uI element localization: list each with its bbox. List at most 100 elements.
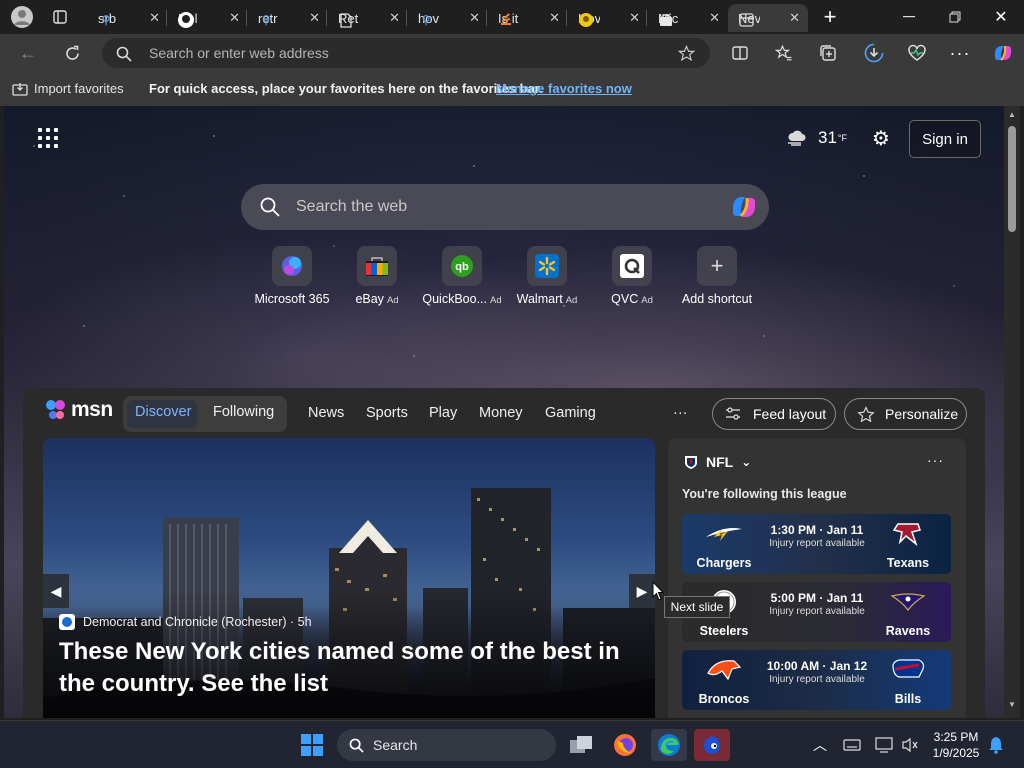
- edge-taskbar-icon[interactable]: [651, 729, 687, 761]
- ad-label: Ad: [386, 295, 399, 306]
- plus-icon: +: [823, 4, 837, 29]
- shortcut-quickbooks[interactable]: qb QuickBoo... Ad: [420, 246, 504, 306]
- windows-start-icon[interactable]: [301, 734, 323, 756]
- browser-tab[interactable]: Mic✕: [648, 4, 728, 32]
- close-icon[interactable]: ✕: [309, 10, 320, 26]
- star-favorite-icon[interactable]: [678, 45, 695, 62]
- ad-label: Ad: [641, 295, 653, 306]
- article-source[interactable]: Democrat and Chronicle (Rochester) · 5h: [59, 614, 312, 630]
- sonic-app-icon[interactable]: [694, 729, 730, 761]
- network-icon[interactable]: [872, 729, 896, 761]
- browser-tab[interactable]: Hov✕: [568, 4, 648, 32]
- close-icon[interactable]: ✕: [549, 10, 560, 26]
- close-icon[interactable]: ✕: [629, 10, 640, 26]
- feed-more-button[interactable]: ···: [673, 405, 688, 421]
- close-icon[interactable]: ✕: [229, 10, 240, 26]
- home-team: Broncos: [698, 692, 750, 706]
- nfl-more-button[interactable]: ···: [927, 452, 944, 468]
- scroll-down-icon[interactable]: ▼: [1008, 700, 1016, 709]
- browser-tab[interactable]: ⚲ srb ✕: [88, 4, 168, 32]
- shortcut-qvc[interactable]: QVC Ad: [590, 246, 674, 306]
- tab-discover[interactable]: Discover: [135, 404, 191, 420]
- taskbar-search[interactable]: Search: [337, 729, 556, 761]
- browser-tab[interactable]: ⚲ hov ✕: [408, 4, 488, 32]
- browser-tab[interactable]: ⚲ retr ✕: [248, 4, 328, 32]
- import-favorites-button[interactable]: Import favorites: [12, 81, 124, 96]
- tab-play[interactable]: Play: [429, 405, 457, 421]
- page-scrollbar[interactable]: ▲ ▼: [1004, 106, 1020, 718]
- browser-tab[interactable]: Ret ✕: [328, 4, 408, 32]
- volume-muted-icon[interactable]: [898, 729, 922, 761]
- background-stars: [4, 106, 1004, 396]
- nfl-header[interactable]: NFL ⌄: [684, 454, 751, 470]
- download-icon: [864, 43, 884, 63]
- article-age: · 5h: [290, 615, 312, 629]
- close-window-button[interactable]: ✕: [987, 2, 1015, 32]
- copilot-button[interactable]: [988, 38, 1018, 68]
- close-icon[interactable]: ✕: [789, 10, 800, 26]
- scrollbar-thumb[interactable]: [1008, 126, 1016, 232]
- chargers-logo-icon: [704, 520, 744, 548]
- shortcut-label: QuickBoo...: [422, 292, 487, 306]
- firefox-icon[interactable]: [607, 729, 643, 761]
- system-clock[interactable]: 3:25 PM 1/9/2025: [928, 729, 984, 761]
- tab-gaming[interactable]: Gaming: [545, 405, 596, 421]
- tab-sports[interactable]: Sports: [366, 405, 408, 421]
- hero-carousel[interactable]: Democrat and Chronicle (Rochester) · 5h …: [43, 438, 655, 718]
- article-headline[interactable]: These New York cities named some of the …: [59, 636, 649, 700]
- weather-widget[interactable]: 31 °F: [786, 128, 847, 148]
- close-icon[interactable]: ✕: [149, 10, 160, 26]
- refresh-button[interactable]: [58, 38, 86, 68]
- minimize-button[interactable]: [895, 2, 923, 32]
- favorites-button[interactable]: [770, 38, 798, 68]
- chevron-up-icon[interactable]: ︿: [808, 729, 832, 761]
- feed-mode-toggle: Discover Following: [123, 396, 287, 432]
- copilot-icon[interactable]: [729, 193, 759, 221]
- profile-avatar[interactable]: [8, 2, 36, 32]
- close-icon[interactable]: ✕: [709, 10, 720, 26]
- tab-following[interactable]: Following: [213, 404, 274, 420]
- tab-actions-button[interactable]: [48, 2, 72, 32]
- shortcut-ebay[interactable]: eBay Ad: [335, 246, 419, 306]
- scroll-up-icon[interactable]: ▲: [1008, 110, 1016, 119]
- windows-taskbar: Search ︿ 3:25 PM 1/9/2025: [0, 720, 1024, 768]
- browser-tab-active[interactable]: Nev ✕: [728, 4, 808, 32]
- feed-layout-button[interactable]: Feed layout: [712, 398, 836, 430]
- back-button[interactable]: ←: [14, 38, 42, 68]
- msn-logo[interactable]: msn: [44, 398, 113, 422]
- collections-button[interactable]: [814, 38, 842, 68]
- notification-bell-icon[interactable]: [984, 729, 1008, 761]
- sliders-icon: [726, 407, 740, 420]
- restore-button[interactable]: [941, 2, 969, 32]
- keyboard-icon[interactable]: [840, 729, 864, 761]
- sign-in-button[interactable]: Sign in: [909, 120, 981, 158]
- tab-news[interactable]: News: [308, 405, 344, 421]
- web-search-box[interactable]: Search the web: [241, 184, 769, 230]
- task-view-icon[interactable]: [563, 729, 599, 761]
- downloads-button[interactable]: [859, 38, 889, 68]
- home-team: Steelers: [699, 624, 749, 638]
- close-icon[interactable]: ✕: [389, 10, 400, 26]
- personalize-button[interactable]: Personalize: [844, 398, 967, 430]
- game-row[interactable]: Chargers 1:30 PM · Jan 11 Injury report …: [682, 514, 951, 574]
- shortcut-walmart[interactable]: Walmart Ad: [505, 246, 589, 306]
- shortcut-microsoft-365[interactable]: Microsoft 365: [250, 246, 334, 306]
- manage-favorites-link[interactable]: Manage favorites now: [496, 81, 632, 96]
- address-bar[interactable]: Search or enter web address: [102, 38, 710, 68]
- game-row[interactable]: Broncos 10:00 AM · Jan 12 Injury report …: [682, 650, 951, 710]
- browser-tab[interactable]: Rel✕: [168, 4, 248, 32]
- gear-icon[interactable]: ⚙: [870, 128, 892, 150]
- previous-slide-button[interactable]: ◀: [43, 574, 69, 608]
- settings-more-button[interactable]: ···: [946, 38, 974, 68]
- app-launcher-icon[interactable]: [38, 128, 58, 148]
- qvc-icon: [612, 246, 652, 286]
- browser-essentials-button[interactable]: [902, 38, 932, 68]
- browser-tab[interactable]: Is it ✕: [488, 4, 568, 32]
- add-shortcut-button[interactable]: + Add shortcut: [675, 246, 759, 306]
- source-name: Democrat and Chronicle (Rochester): [83, 615, 287, 629]
- new-tab-button[interactable]: +: [816, 2, 844, 32]
- collections-icon: [820, 45, 836, 61]
- close-icon[interactable]: ✕: [469, 10, 480, 26]
- tab-money[interactable]: Money: [479, 405, 523, 421]
- split-screen-button[interactable]: [726, 38, 754, 68]
